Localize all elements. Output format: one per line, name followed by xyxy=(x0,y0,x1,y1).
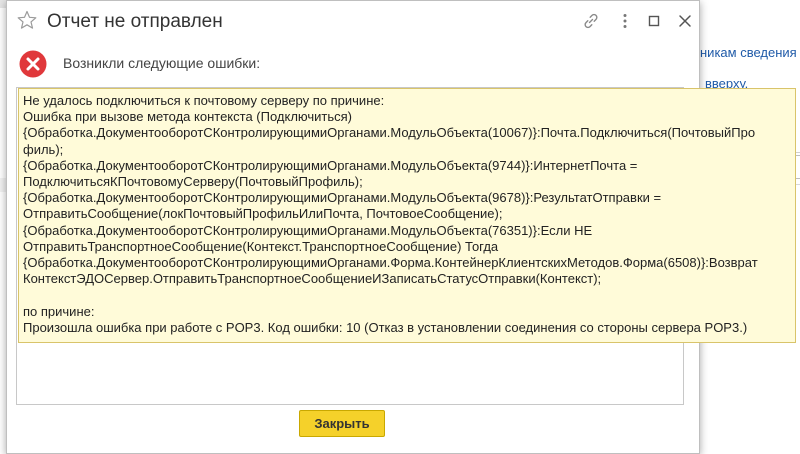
message-line: {Обработка.ДокументооборотСКонтролирующи… xyxy=(23,222,593,238)
message-line: по причине: xyxy=(23,303,95,319)
message-line: Не удалось подключиться к почтовому серв… xyxy=(23,93,385,108)
link-icon[interactable] xyxy=(581,11,601,31)
message-line xyxy=(23,287,795,303)
message-line: {Обработка.ДокументооборотСКонтролирующи… xyxy=(23,190,662,206)
star-icon[interactable] xyxy=(17,10,37,30)
message-line: Произошла ошибка при работе с POP3. Код … xyxy=(23,319,748,335)
message-line: Ошибка при вызове метода контекста (Подк… xyxy=(23,109,352,125)
error-message-text[interactable]: Не удалось подключиться к почтовому серв… xyxy=(18,88,796,343)
kebab-menu-icon[interactable] xyxy=(615,11,635,31)
message-line: {Обработка.ДокументооборотСКонтролирующи… xyxy=(23,125,756,141)
dialog-title: Отчет не отправлен xyxy=(47,11,223,32)
background-link-fragment[interactable]: никам сведения xyxy=(700,45,797,60)
error-caption: Возникли следующие ошибки: xyxy=(63,55,261,71)
message-line: филь); xyxy=(23,141,64,157)
message-line: ПодключитьсяКПочтовомуСерверу(ПочтовыйПр… xyxy=(23,174,363,190)
close-button[interactable]: Закрыть xyxy=(299,410,385,437)
message-line: {Обработка.ДокументооборотСКонтролирующи… xyxy=(23,157,638,173)
dialog-titlebar: Отчет не отправлен xyxy=(7,1,699,43)
maximize-icon[interactable] xyxy=(644,11,664,31)
error-x-icon xyxy=(19,50,47,78)
close-icon[interactable] xyxy=(675,11,695,31)
message-line: ОтправитьСообщение(локПочтовыйПрофильИли… xyxy=(23,206,503,222)
message-line: ОтправитьТранспортноеСообщение(Контекст.… xyxy=(23,238,499,254)
message-line: КонтекстЭДОСервер.ОтправитьТранспортноеС… xyxy=(23,271,602,287)
message-line: {Обработка.ДокументооборотСКонтролирующи… xyxy=(23,255,758,271)
